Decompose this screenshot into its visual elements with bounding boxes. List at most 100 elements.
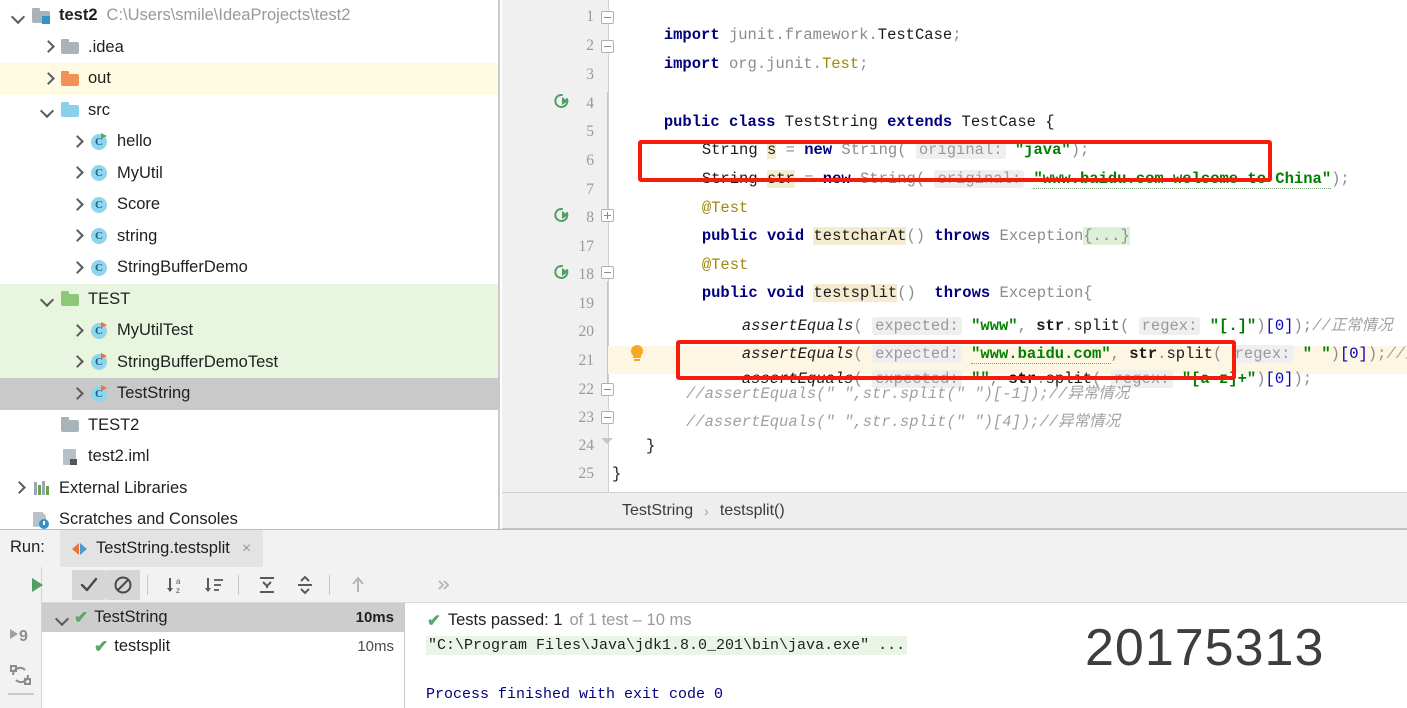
breadcrumb-class[interactable]: TestString xyxy=(622,502,693,520)
chevron-down-icon[interactable] xyxy=(12,9,26,23)
run-configuration-icon xyxy=(72,541,88,557)
previous-failed-button[interactable] xyxy=(341,570,375,600)
tree-row-test[interactable]: TEST xyxy=(0,283,498,315)
intention-bulb-icon[interactable] xyxy=(628,345,646,365)
chevron-down-icon[interactable] xyxy=(56,611,70,625)
chevron-down-icon[interactable] xyxy=(41,292,55,306)
line-number: 23 xyxy=(578,409,595,426)
code-line-25: } xyxy=(612,465,622,483)
java-class-icon: C xyxy=(90,196,110,214)
expand-all-button[interactable] xyxy=(250,570,284,600)
tree-row-test2[interactable]: TEST2 xyxy=(0,410,498,442)
chevron-right-icon[interactable] xyxy=(41,40,55,54)
tree-item-label: Score xyxy=(117,195,161,214)
run-class-gutter-icon[interactable] xyxy=(552,92,572,112)
class-glyph: C xyxy=(91,228,107,245)
line-number: 25 xyxy=(578,465,595,482)
run-tab-label: TestString.testsplit xyxy=(96,539,230,557)
debug-9-icon[interactable]: 9 xyxy=(8,623,34,649)
project-tree[interactable]: test2 C:\Users\smile\IdeaProjects\test2 .i… xyxy=(0,0,498,529)
tree-row-score[interactable]: C Score xyxy=(0,189,498,221)
fold-marker-end-method[interactable] xyxy=(601,383,616,398)
tree-row-project-root[interactable]: test2 C:\Users\smile\IdeaProjects\test2 xyxy=(0,0,498,32)
tree-row-external-libraries[interactable]: External Libraries xyxy=(0,473,498,505)
fold-marker-collapse-testsplit[interactable] xyxy=(601,266,616,281)
test-name: TestString xyxy=(94,608,168,626)
rerun-loop-icon[interactable] xyxy=(8,663,34,689)
test-marker-icon xyxy=(101,353,107,360)
tree-item-label: StringBufferDemo xyxy=(117,258,248,277)
sort-by-duration-button[interactable] xyxy=(197,570,231,600)
tree-item-label: Scratches and Consoles xyxy=(59,510,238,529)
java-class-icon: C xyxy=(90,259,110,277)
breadcrumb-method[interactable]: testsplit() xyxy=(720,502,785,520)
toolbar-separator-1 xyxy=(147,574,148,595)
chevron-right-icon[interactable] xyxy=(70,166,84,180)
run-method-testcharat-gutter-icon[interactable] xyxy=(552,206,572,226)
project-root-path: C:\Users\smile\IdeaProjects\test2 xyxy=(106,6,351,25)
show-passed-toggle[interactable] xyxy=(72,569,106,600)
runnable-marker-icon xyxy=(101,132,107,139)
collapse-all-button[interactable] xyxy=(288,570,322,600)
run-header: Run: TestString.testsplit × xyxy=(0,530,1407,567)
breadcrumb[interactable]: TestString › testsplit() xyxy=(502,492,1407,529)
overflow-button[interactable] xyxy=(427,570,461,600)
project-tool-window: test2 C:\Users\smile\IdeaProjects\test2 .i… xyxy=(0,0,500,529)
module-file-icon xyxy=(61,448,81,466)
tree-row--idea[interactable]: .idea xyxy=(0,32,498,64)
tree-row-hello[interactable]: Chello xyxy=(0,126,498,158)
fold-region-line xyxy=(607,281,609,385)
chevron-right-icon[interactable] xyxy=(70,198,84,212)
line-number: 6 xyxy=(586,152,594,169)
tree-row-teststring[interactable]: C TestString xyxy=(0,378,498,410)
test-duration: 10ms xyxy=(357,638,394,655)
test-results-tree[interactable]: ✔ TestString 10ms ✔ testsplit 10ms xyxy=(42,603,405,708)
folder-gray-icon xyxy=(61,38,81,56)
fold-marker-class-body[interactable] xyxy=(601,411,616,426)
toolbar-separator-3 xyxy=(329,574,330,595)
tree-row-test2-iml[interactable]: test2.iml xyxy=(0,441,498,473)
test-marker-icon xyxy=(101,321,107,328)
fold-marker-expand-testcharat[interactable] xyxy=(601,209,616,224)
tree-row-scratches-and-consoles[interactable]: Scratches and Consoles xyxy=(0,504,498,529)
svg-text:z: z xyxy=(176,586,180,595)
chevron-down-icon[interactable] xyxy=(41,103,55,117)
tree-item-label: TEST xyxy=(88,289,131,308)
folder-gray-icon xyxy=(61,416,81,434)
tree-row-myutil[interactable]: C MyUtil xyxy=(0,158,498,190)
java-class-icon: C xyxy=(90,353,110,371)
run-toolbar[interactable]: az xyxy=(32,567,1407,603)
test-passed-check-icon: ✔ xyxy=(94,636,109,656)
code-line-24: } xyxy=(646,437,656,455)
tree-row-stringbufferdemo[interactable]: C StringBufferDemo xyxy=(0,252,498,284)
chevron-right-icon[interactable] xyxy=(70,387,84,401)
run-method-testsplit-gutter-icon[interactable] xyxy=(552,263,572,283)
tree-item-label: test2.iml xyxy=(88,447,150,466)
chevron-right-icon[interactable] xyxy=(70,324,84,338)
folder-blue-icon xyxy=(61,101,81,119)
chevron-right-icon[interactable] xyxy=(70,261,84,275)
run-tab-teststring-testsplit[interactable]: TestString.testsplit × xyxy=(60,530,264,567)
test-tree-row-teststring[interactable]: ✔ TestString 10ms xyxy=(42,603,404,632)
rerun-button[interactable] xyxy=(20,570,54,600)
tree-row-stringbufferdemotest[interactable]: C StringBufferDemoTest xyxy=(0,346,498,378)
chevron-right-icon[interactable] xyxy=(41,72,55,86)
java-class-icon: C xyxy=(90,384,110,403)
show-ignored-toggle[interactable] xyxy=(106,569,140,600)
test-tree-row-testsplit[interactable]: ✔ testsplit 10ms xyxy=(42,632,404,661)
tree-row-myutiltest[interactable]: C MyUtilTest xyxy=(0,315,498,347)
close-icon[interactable]: × xyxy=(242,540,251,558)
chevron-right-icon[interactable] xyxy=(70,229,84,243)
sort-alphabetically-button[interactable]: az xyxy=(159,570,193,600)
folder-green-icon xyxy=(61,290,81,308)
chevron-right-icon[interactable] xyxy=(70,355,84,369)
tree-row-src[interactable]: src xyxy=(0,95,498,127)
tree-item-label: TEST2 xyxy=(88,415,140,434)
folder-orange-icon xyxy=(61,70,81,88)
chevron-right-icon[interactable] xyxy=(12,481,26,495)
code-editor[interactable]: 1 2 3 4 5 6 7 8 17 18 19 20 21 22 23 24 25 import junit.… xyxy=(502,0,1407,492)
chevron-right-icon[interactable] xyxy=(70,135,84,149)
tree-row-out[interactable]: out xyxy=(0,63,498,95)
tree-row-string[interactable]: Cstring xyxy=(0,221,498,253)
